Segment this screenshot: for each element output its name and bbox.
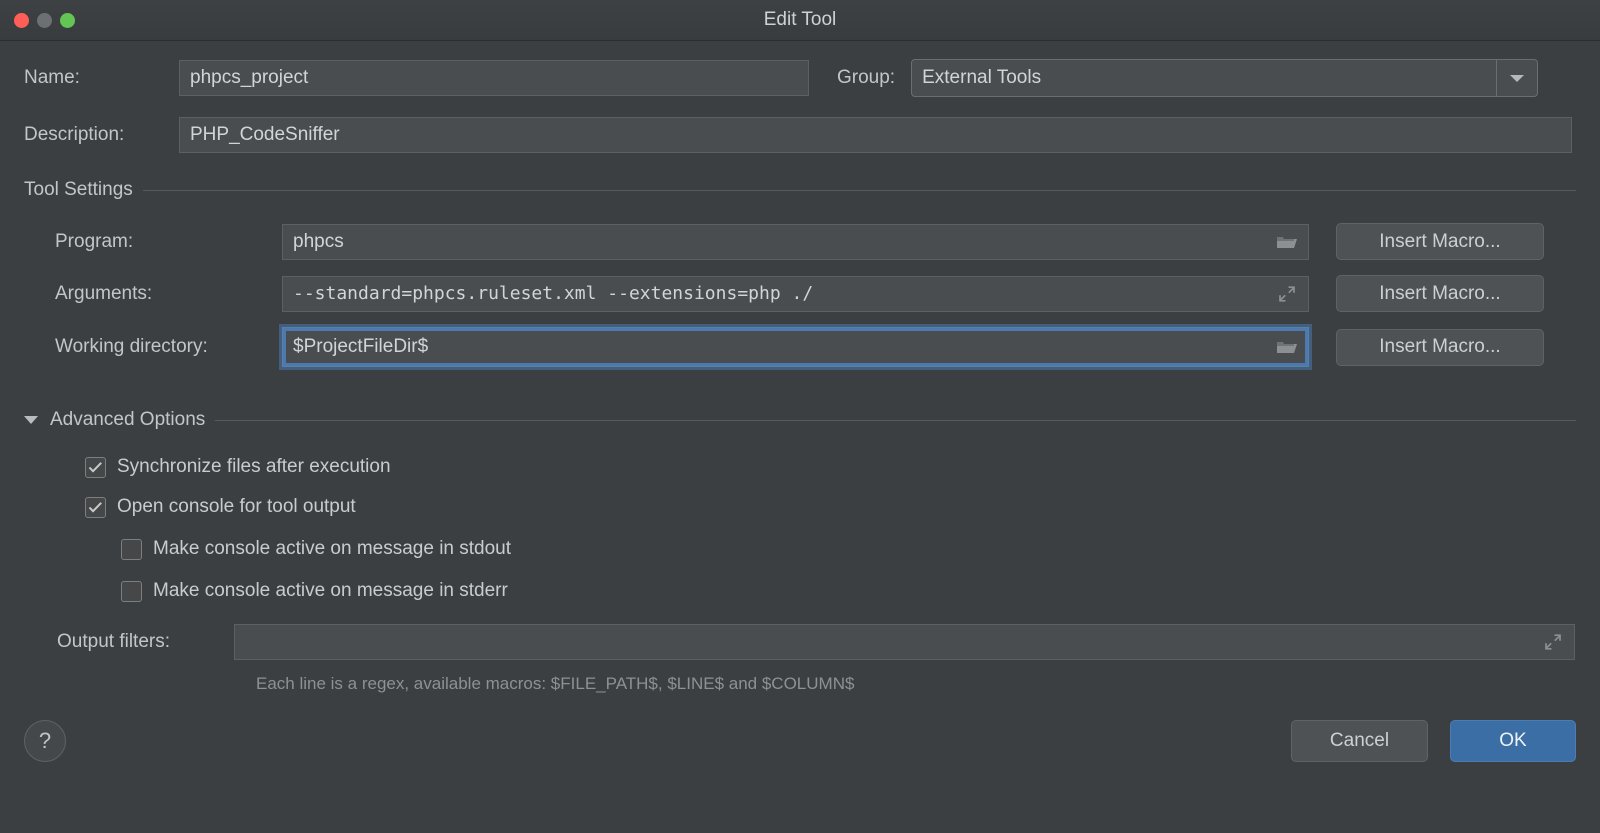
help-button-label: ? [38,728,52,753]
output-filters-hint: Each line is a regex, available macros: … [256,674,855,693]
program-input[interactable]: phpcs [282,223,1309,260]
name-input-value: phpcs_project [190,67,309,88]
window-controls [0,12,75,28]
arguments-input[interactable]: --standard=phpcs.ruleset.xml --extension… [282,275,1309,312]
advanced-options-title: Advanced Options [50,409,206,430]
name-group-row: Name: phpcs_project Group: External Tool… [24,59,1576,97]
description-row: Description: PHP_CodeSniffer [24,117,1576,153]
dialog-footer: ? Cancel OK [24,720,1576,762]
cancel-button[interactable]: Cancel [1291,720,1428,762]
group-combobox-value: External Tools [922,67,1042,88]
name-input[interactable]: phpcs_project [179,60,809,96]
folder-icon[interactable] [1276,336,1298,358]
checkbox-open-console[interactable]: Open console for tool output [24,496,1576,518]
arguments-label: Arguments: [55,282,153,304]
edit-tool-dialog: Edit Tool Name: phpcs_project Group: Ext… [0,0,1600,833]
description-input[interactable]: PHP_CodeSniffer [179,117,1572,153]
triangle-down-icon[interactable] [24,416,38,424]
program-label: Program: [55,230,134,252]
output-filters-row: Output filters: [24,624,1576,660]
checkbox-synchronize-files[interactable]: Synchronize files after execution [24,456,1576,478]
minimize-window-button[interactable] [37,12,52,28]
program-input-value: phpcs [293,230,344,252]
checkbox-box[interactable] [85,456,106,478]
ok-button[interactable]: OK [1450,720,1576,762]
checkbox-box[interactable] [121,580,142,602]
chevron-down-icon[interactable] [1496,60,1537,96]
footer-actions: Cancel OK [1291,720,1576,762]
tool-settings-title: Tool Settings [24,179,133,200]
working-directory-input[interactable]: $ProjectFileDir$ [282,327,1309,367]
checkbox-box[interactable] [121,538,142,560]
dialog-body: Name: phpcs_project Group: External Tool… [0,41,1600,833]
checkbox-console-active-stdout[interactable]: Make console active on message in stdout [24,538,1576,560]
tool-settings-section-header: Tool Settings [24,179,1576,201]
checkbox-label: Synchronize files after execution [117,456,391,477]
insert-macro-program-button[interactable]: Insert Macro... [1336,223,1544,260]
checkbox-label: Make console active on message in stdout [153,538,512,559]
output-filters-hint-wrap: Each line is a regex, available macros: … [24,674,1576,694]
expand-icon[interactable] [1542,631,1564,653]
folder-icon[interactable] [1276,231,1298,253]
insert-macro-arguments-button[interactable]: Insert Macro... [1336,275,1544,312]
checkbox-console-active-stderr[interactable]: Make console active on message in stderr [24,580,1576,602]
titlebar: Edit Tool [0,0,1600,41]
working-directory-row: Working directory: $ProjectFileDir$ Inse… [24,327,1576,367]
program-row: Program: phpcs Insert Macro... [24,223,1576,260]
checkbox-label: Make console active on message in stderr [153,580,508,601]
section-divider [215,419,1576,421]
checkbox-label: Open console for tool output [117,496,356,517]
description-label: Description: [24,124,125,145]
arguments-row: Arguments: --standard=phpcs.ruleset.xml … [24,275,1576,312]
description-input-value: PHP_CodeSniffer [190,124,340,145]
checkbox-box[interactable] [85,496,106,518]
output-filters-label: Output filters: [57,631,170,652]
expand-icon[interactable] [1276,283,1298,305]
advanced-options-checkbox-list: Synchronize files after execution Open c… [24,456,1576,602]
arguments-input-value: --standard=phpcs.ruleset.xml --extension… [293,283,814,304]
advanced-options-section-header[interactable]: Advanced Options [24,409,1576,431]
section-divider [142,189,1576,191]
insert-macro-working-directory-button[interactable]: Insert Macro... [1336,328,1544,366]
group-label: Group: [837,67,896,88]
working-directory-label: Working directory: [55,336,208,357]
name-label: Name: [24,67,80,88]
help-button[interactable]: ? [24,720,66,762]
output-filters-input[interactable] [234,624,1575,660]
group-combobox[interactable]: External Tools [911,59,1539,97]
window-title: Edit Tool [763,9,837,30]
maximize-window-button[interactable] [60,12,75,28]
working-directory-input-value: $ProjectFileDir$ [293,336,429,357]
close-window-button[interactable] [14,12,29,28]
